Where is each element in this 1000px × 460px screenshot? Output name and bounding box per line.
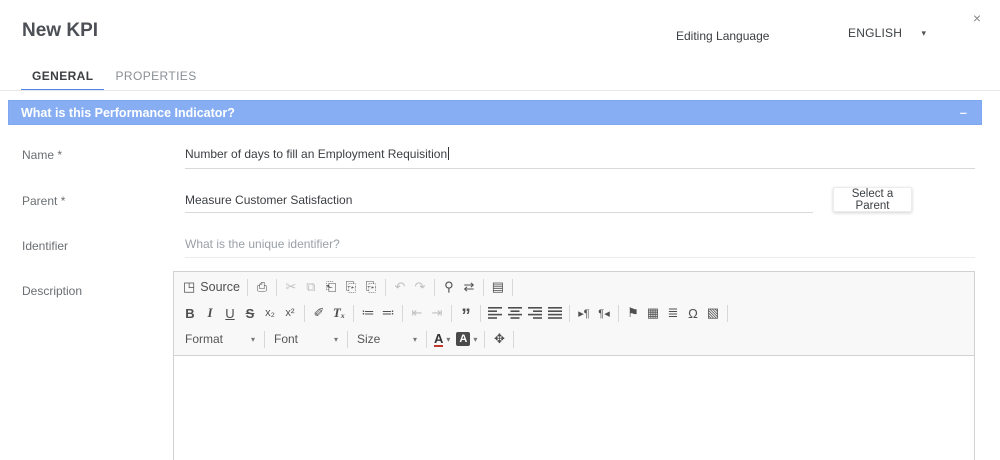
toolbar-row-1: ◳ Source ⎙ ✂ ⧉ ⎗ ⎘ ⎘ ↶ ↷ ⚲ ⇄ ▤ [180, 274, 970, 300]
source-label: Source [200, 280, 240, 294]
chevron-down-icon: ▾ [333, 334, 338, 344]
parent-value: Measure Customer Satisfaction [185, 193, 353, 207]
image-icon[interactable]: ▧ [703, 302, 723, 324]
redo-icon[interactable]: ↷ [410, 276, 430, 298]
anchor-icon[interactable]: ⚑ [623, 302, 643, 324]
page-title: New KPI [22, 20, 99, 41]
maximize-icon[interactable]: ✥ [489, 328, 509, 350]
description-rich-text-editor: ◳ Source ⎙ ✂ ⧉ ⎗ ⎘ ⎘ ↶ ↷ ⚲ ⇄ ▤ B I U S x… [173, 271, 975, 460]
align-right-icon[interactable] [525, 302, 545, 324]
name-input[interactable]: Number of days to fill an Employment Req… [185, 147, 450, 161]
close-icon[interactable]: × [969, 10, 985, 26]
chevron-down-icon: ▾ [446, 334, 451, 344]
editor-toolbar: ◳ Source ⎙ ✂ ⧉ ⎗ ⎘ ⎘ ↶ ↷ ⚲ ⇄ ▤ B I U S x… [174, 272, 974, 356]
remove-format-icon[interactable]: Tₓ [329, 302, 349, 324]
increase-indent-icon[interactable]: ⇥ [427, 302, 447, 324]
text-cursor [448, 147, 450, 160]
section-title: What is this Performance Indicator? [21, 105, 235, 120]
text-direction-ltr-icon[interactable]: ▸¶ [574, 302, 594, 324]
align-justify-icon[interactable] [545, 302, 565, 324]
font-name-dropdown[interactable]: Font ▾ [269, 328, 343, 350]
decrease-indent-icon[interactable]: ⇤ [407, 302, 427, 324]
size-label: Size [357, 332, 381, 346]
parent-input[interactable]: Measure Customer Satisfaction [185, 193, 352, 207]
superscript-icon[interactable]: x² [280, 302, 300, 324]
special-character-icon[interactable]: Ω [683, 302, 703, 324]
background-color-button[interactable]: A ▾ [453, 328, 480, 350]
language-select[interactable]: ENGLISH ▾ [848, 26, 926, 40]
text-color-icon: A [434, 330, 444, 347]
source-button[interactable]: ◳ Source [180, 276, 243, 298]
paste-from-word-icon[interactable]: ⎘ [361, 276, 381, 298]
chevron-down-icon: ▾ [250, 334, 255, 344]
paste-icon[interactable]: ⎗ [321, 276, 341, 298]
name-value: Number of days to fill an Employment Req… [185, 147, 448, 161]
font-size-dropdown[interactable]: Size ▾ [352, 328, 422, 350]
strikethrough-icon[interactable]: S [240, 302, 260, 324]
subscript-icon[interactable]: x₂ [260, 302, 280, 324]
identifier-input[interactable] [185, 237, 975, 251]
tab-general[interactable]: GENERAL [21, 62, 105, 91]
name-underline [185, 168, 975, 169]
tab-properties[interactable]: PROPERTIES [104, 62, 207, 91]
numbered-list-icon[interactable]: ≔ [358, 302, 378, 324]
format-label: Format [185, 332, 224, 346]
description-label: Description [22, 284, 83, 298]
horizontal-rule-icon[interactable]: ≣ [663, 302, 683, 324]
italic-icon[interactable]: I [200, 302, 220, 324]
identifier-underline [185, 257, 975, 258]
find-icon[interactable]: ⚲ [439, 276, 459, 298]
chevron-down-icon: ▾ [921, 27, 926, 38]
tab-general-label: GENERAL [32, 68, 94, 83]
tabs-divider [0, 90, 1000, 91]
identifier-label: Identifier [22, 239, 69, 253]
paragraph-format-dropdown[interactable]: Format ▾ [180, 328, 260, 350]
bold-icon[interactable]: B [180, 302, 200, 324]
align-left-icon[interactable] [485, 302, 505, 324]
print-icon[interactable]: ⎙ [252, 276, 272, 298]
select-all-icon[interactable]: ▤ [488, 276, 508, 298]
align-center-icon[interactable] [505, 302, 525, 324]
copy-formatting-icon[interactable]: ✐ [309, 302, 329, 324]
blockquote-icon[interactable]: ” [456, 302, 476, 326]
section-header[interactable]: What is this Performance Indicator? – [8, 100, 982, 125]
name-label: Name * [22, 148, 63, 162]
cut-icon[interactable]: ✂ [281, 276, 301, 298]
text-direction-rtl-icon[interactable]: ¶◂ [594, 302, 614, 324]
replace-icon[interactable]: ⇄ [459, 276, 479, 298]
chevron-down-icon: ▾ [473, 334, 478, 344]
paste-plain-text-icon[interactable]: ⎘ [341, 276, 361, 298]
select-parent-button[interactable]: Select a Parent [833, 187, 912, 212]
language-value: ENGLISH [848, 26, 903, 40]
description-editing-area[interactable] [174, 356, 974, 460]
toolbar-row-2: B I U S x₂ x² ✐ Tₓ ≔ ≕ ⇤ ⇥ ” ▸¶ ¶◂ ⚑ ▦ ≣… [180, 300, 970, 326]
new-kpi-dialog: New KPI Editing Language ENGLISH ▾ × GEN… [0, 0, 1000, 460]
editing-language-label: Editing Language [676, 29, 770, 43]
toolbar-row-3: Format ▾ Font ▾ Size ▾ A ▾ A ▾ ✥ [180, 326, 970, 352]
chevron-down-icon: ▾ [412, 334, 417, 344]
undo-icon[interactable]: ↶ [390, 276, 410, 298]
text-color-button[interactable]: A ▾ [431, 328, 453, 350]
tab-properties-label: PROPERTIES [115, 68, 197, 83]
copy-icon[interactable]: ⧉ [301, 276, 321, 298]
bulleted-list-icon[interactable]: ≕ [378, 302, 398, 324]
tab-bar: GENERAL PROPERTIES [21, 62, 208, 91]
background-color-icon: A [456, 332, 471, 346]
source-icon: ◳ [183, 279, 196, 294]
underline-icon[interactable]: U [220, 302, 240, 324]
font-label: Font [274, 332, 299, 346]
parent-label: Parent * [22, 194, 66, 208]
parent-underline [185, 212, 813, 213]
collapse-icon[interactable]: – [960, 105, 967, 120]
table-icon[interactable]: ▦ [643, 302, 663, 324]
